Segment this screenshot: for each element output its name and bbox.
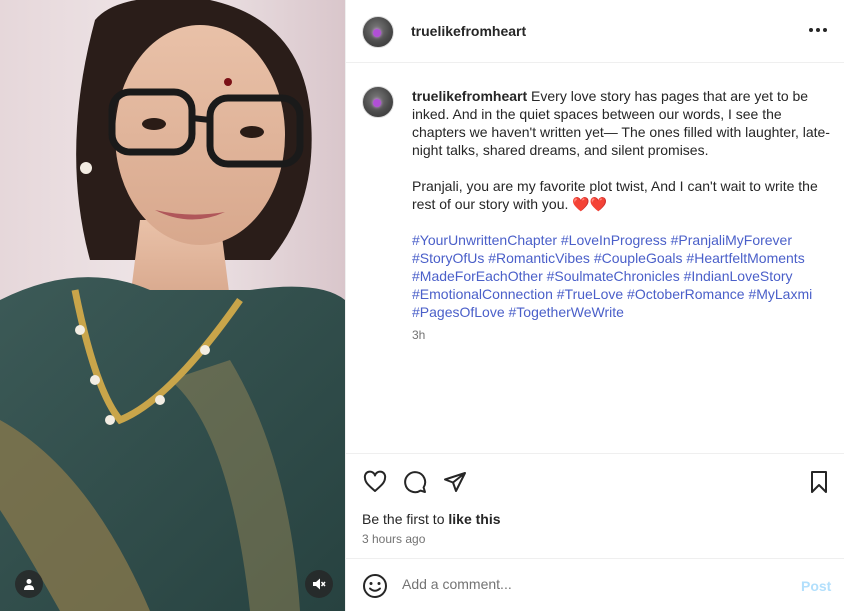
post-header: truelikefromheart <box>346 0 844 63</box>
share-icon <box>444 472 466 492</box>
post-panel: truelikefromheart truelikefromheart Ever… <box>345 0 844 611</box>
hashtags[interactable]: #YourUnwrittenChapter #LoveInProgress #P… <box>412 231 834 321</box>
avatar[interactable] <box>362 16 394 48</box>
like-this-link[interactable]: like this <box>448 511 500 527</box>
more-icon <box>809 28 827 32</box>
mute-button[interactable] <box>305 570 333 598</box>
likes-summary: Be the first to like this <box>362 511 501 527</box>
share-button[interactable] <box>442 469 468 495</box>
caption-time: 3h <box>412 328 426 342</box>
more-options-button[interactable] <box>808 20 828 40</box>
comment-input[interactable] <box>402 576 782 592</box>
action-bar: Be the first to like this 3 hours ago <box>346 453 844 558</box>
comment-button[interactable] <box>402 469 428 495</box>
caption-username[interactable]: truelikefromheart <box>412 88 527 104</box>
post-media[interactable] <box>0 0 345 611</box>
caption-avatar[interactable] <box>362 86 394 118</box>
caption-paragraph-2: Pranjali, you are my favorite plot twist… <box>412 178 818 212</box>
like-button[interactable] <box>362 469 388 495</box>
post-photo <box>0 0 345 611</box>
tagged-user-button[interactable] <box>15 570 43 598</box>
post-timestamp: 3 hours ago <box>362 532 426 546</box>
bookmark-icon <box>811 471 827 493</box>
caption: truelikefromheart Every love story has p… <box>412 87 834 321</box>
header-username[interactable]: truelikefromheart <box>411 23 526 39</box>
heart-icon <box>363 470 387 492</box>
emoji-icon <box>363 574 387 598</box>
user-icon <box>24 579 34 590</box>
emoji-button[interactable] <box>362 573 388 599</box>
post-button[interactable]: Post <box>801 578 831 594</box>
save-button[interactable] <box>806 469 832 495</box>
likes-prefix: Be the first to <box>362 511 449 527</box>
mute-icon <box>313 578 326 590</box>
comment-bar: Post <box>346 558 844 611</box>
comment-icon <box>404 471 427 494</box>
